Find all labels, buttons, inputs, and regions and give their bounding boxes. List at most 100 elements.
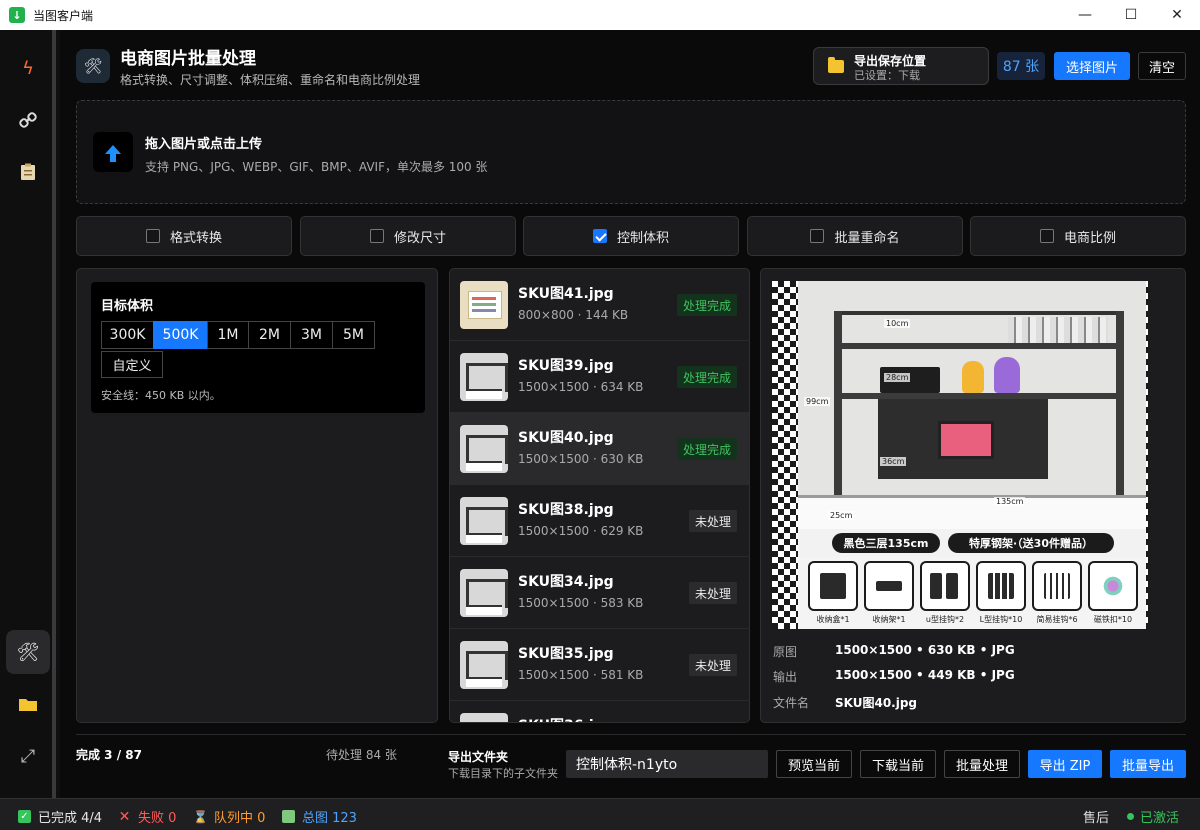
batch-process-button[interactable]: 批量处理 xyxy=(944,750,1020,778)
list-item[interactable]: SKU图38.jpg 1500×1500 · 629 KB 未处理 xyxy=(450,485,749,557)
queued-text: 队列中 0 xyxy=(214,811,266,826)
save-location-button[interactable]: 导出保存位置 已设置：下载 xyxy=(813,47,989,85)
size-option-1m[interactable]: 1M xyxy=(207,321,249,349)
list-item-selected[interactable]: SKU图40.jpg 1500×1500 · 630 KB 处理完成 xyxy=(450,413,749,485)
shelf-board xyxy=(834,343,1124,349)
queued-status: ⌛ 队列中 0 xyxy=(193,807,266,827)
maximize-button[interactable]: ☐ xyxy=(1108,0,1154,30)
checkbox[interactable] xyxy=(810,229,825,243)
tab-format-convert[interactable]: 格式转换 xyxy=(76,216,292,256)
accessory-tile xyxy=(808,561,858,611)
tab-batch-rename[interactable]: 批量重命名 xyxy=(747,216,963,256)
select-images-button[interactable]: 选择图片 xyxy=(1054,52,1130,80)
size-option-500k[interactable]: 500K xyxy=(153,321,208,349)
checkbox[interactable] xyxy=(145,229,160,243)
monitor xyxy=(938,421,994,459)
file-list[interactable]: SKU图41.jpg 800×800 · 144 KB 处理完成 SKU图39.… xyxy=(449,268,750,723)
settings-panel: 目标体积 300K 500K 1M 2M 3M 5M 自定义 安全线：450 K… xyxy=(76,268,438,723)
status-badge: 处理完成 xyxy=(676,294,737,316)
accessory-tile xyxy=(920,561,970,611)
export-folder-input[interactable] xyxy=(566,750,768,778)
status-badge: 未处理 xyxy=(688,654,737,676)
preview-image: 10cm 28cm 99cm 36cm 135cm 25cm 黑色三层135cm… xyxy=(798,281,1146,629)
upload-title: 拖入图片或点击上传 xyxy=(145,137,263,152)
dimension-label: 99cm xyxy=(804,397,831,406)
clear-button[interactable]: 清空 xyxy=(1138,52,1186,80)
caption-pill: 黑色三层135cm xyxy=(832,533,940,553)
books xyxy=(1008,317,1108,343)
list-item[interactable]: SKU图34.jpg 1500×1500 · 583 KB 未处理 xyxy=(450,557,749,629)
size-option-300k[interactable]: 300K xyxy=(101,321,154,349)
file-name: SKU图38.jpg xyxy=(518,502,614,518)
tab-control-size[interactable]: 控制体积 xyxy=(523,216,739,256)
accessory-label: 收纳盒*1 xyxy=(816,615,850,624)
completed-text: 已完成 4/4 xyxy=(38,811,103,826)
tab-label: 电商比例 xyxy=(1063,230,1116,246)
original-value: 1500×1500 • 630 KB • JPG xyxy=(835,643,1015,657)
shelf-frame xyxy=(834,311,1124,315)
size-option-3m[interactable]: 3M xyxy=(290,321,333,349)
total-text: 总图 123 xyxy=(302,811,357,826)
thumbnail xyxy=(460,497,508,545)
file-name: SKU图35.jpg xyxy=(518,646,614,662)
tab-resize[interactable]: 修改尺寸 xyxy=(300,216,516,256)
link-icon[interactable] xyxy=(6,98,50,142)
checkbox-checked[interactable] xyxy=(592,229,607,243)
thumbnail xyxy=(460,425,508,473)
folder-icon xyxy=(828,57,844,73)
expand-icon[interactable]: ⤢ xyxy=(6,734,50,778)
lightning-icon[interactable]: ϟ xyxy=(6,46,50,90)
folder-icon[interactable] xyxy=(6,682,50,726)
close-button[interactable]: ✕ xyxy=(1154,0,1200,30)
preview-panel: 10cm 28cm 99cm 36cm 135cm 25cm 黑色三层135cm… xyxy=(760,268,1186,723)
size-option-2m[interactable]: 2M xyxy=(248,321,291,349)
download-current-button[interactable]: 下载当前 xyxy=(860,750,936,778)
file-name: SKU图34.jpg xyxy=(518,574,614,590)
done-count: 完成 3 / 87 xyxy=(76,748,142,762)
preview-current-button[interactable]: 预览当前 xyxy=(776,750,852,778)
list-item[interactable]: SKU图36.jpg xyxy=(450,701,749,722)
tools-icon[interactable]: 🛠 xyxy=(6,630,50,674)
status-badge: 处理完成 xyxy=(676,366,737,388)
accessory-label: u型挂钩*2 xyxy=(925,615,965,624)
accessory-label: 收纳架*1 xyxy=(872,615,906,624)
filename-value: SKU图40.jpg xyxy=(835,696,918,710)
list-item[interactable]: SKU图35.jpg 1500×1500 · 581 KB 未处理 xyxy=(450,629,749,701)
accessory-label: 磁铁扣*10 xyxy=(1093,615,1133,624)
dimension-label: 10cm xyxy=(884,319,911,328)
tools-icon: 🛠 xyxy=(76,49,110,83)
main-area: 🛠 电商图片批量处理 格式转换、尺寸调整、体积压缩、重命名和电商比例处理 导出保… xyxy=(60,30,1200,798)
minimize-button[interactable]: — xyxy=(1062,0,1108,30)
checkbox[interactable] xyxy=(369,229,384,243)
tab-label: 修改尺寸 xyxy=(393,230,446,246)
batch-export-button[interactable]: 批量导出 xyxy=(1110,750,1186,778)
image-count-badge: 87 张 xyxy=(997,52,1045,80)
hourglass-icon: ⌛ xyxy=(193,809,208,824)
target-size-label: 目标体积 xyxy=(101,299,154,314)
upload-dropzone[interactable]: 拖入图片或点击上传 支持 PNG、JPG、WEBP、GIF、BMP、AVIF，单… xyxy=(76,100,1186,204)
list-item[interactable]: SKU图39.jpg 1500×1500 · 634 KB 处理完成 xyxy=(450,341,749,413)
accessory-tile xyxy=(1032,561,1082,611)
product-caption-bar: 黑色三层135cm 特厚钢架·（送30件赠品） xyxy=(798,529,1146,557)
left-rail: ϟ 🛠 ⤢ xyxy=(0,30,56,798)
after-sales-link[interactable]: 售后 xyxy=(1083,807,1109,826)
size-option-custom[interactable]: 自定义 xyxy=(101,351,163,378)
clipboard-icon[interactable] xyxy=(6,150,50,194)
accessory-label: L型挂钩*10 xyxy=(979,615,1023,624)
page-title: 电商图片批量处理 xyxy=(120,49,256,69)
product-photo: 10cm 28cm 99cm 36cm 135cm 25cm xyxy=(798,281,1146,529)
activated-dot-icon xyxy=(1127,813,1134,820)
export-zip-button[interactable]: 导出 ZIP xyxy=(1028,750,1102,778)
divider xyxy=(76,734,1186,735)
checkbox[interactable] xyxy=(1039,229,1054,243)
upload-hint: 支持 PNG、JPG、WEBP、GIF、BMP、AVIF，单次最多 100 张 xyxy=(145,160,488,174)
export-folder-subtitle: 下载目录下的子文件夹 xyxy=(448,767,558,780)
pending-count: 待处理 84 张 xyxy=(326,748,397,762)
accessory-tile xyxy=(864,561,914,611)
size-option-5m[interactable]: 5M xyxy=(332,321,375,349)
dimension-label: 25cm xyxy=(828,511,855,520)
list-item[interactable]: SKU图41.jpg 800×800 · 144 KB 处理完成 xyxy=(450,269,749,341)
tab-ecommerce-ratio[interactable]: 电商比例 xyxy=(970,216,1186,256)
filename-label: 文件名 xyxy=(773,696,810,710)
file-meta: 1500×1500 · 629 KB xyxy=(518,524,644,538)
